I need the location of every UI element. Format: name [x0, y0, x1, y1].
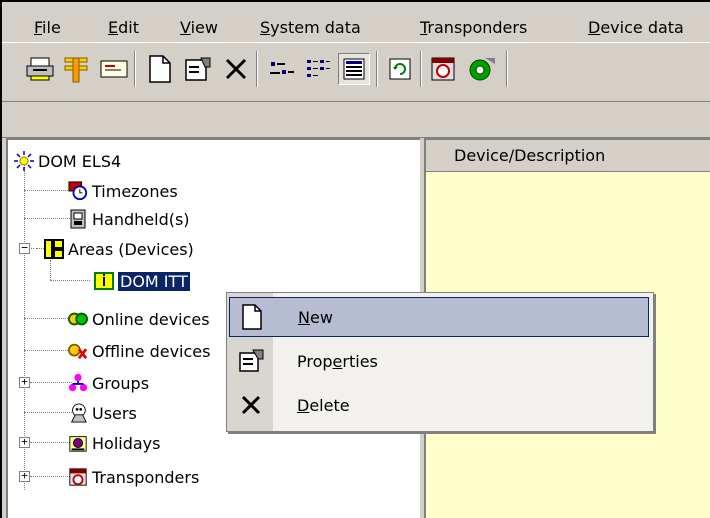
tree-connector	[24, 350, 72, 351]
users-icon	[68, 403, 88, 423]
tree-node-label: Handheld(s)	[92, 209, 190, 229]
tree-connector	[24, 318, 72, 319]
tree-node-dom-itt[interactable]: DOM ITT	[94, 268, 191, 294]
context-menu-label: Properties	[297, 351, 378, 371]
menu-file[interactable]: File	[34, 18, 61, 38]
device-icon	[94, 271, 114, 291]
toolbar-separator	[256, 51, 258, 87]
clock-icon	[68, 181, 88, 201]
tree-node-label: DOM ELS4	[38, 151, 122, 171]
tree-node-label: DOM ITT	[117, 270, 191, 292]
handheld-icon	[68, 209, 88, 229]
properties-icon	[229, 347, 273, 375]
refresh-icon[interactable]	[384, 53, 416, 85]
tree-connector	[36, 248, 44, 249]
properties-icon[interactable]	[182, 53, 214, 85]
address-strip	[0, 102, 710, 138]
menu-view[interactable]: View	[180, 18, 218, 38]
expander-areas[interactable]: −	[19, 242, 30, 254]
list-view-icon[interactable]	[302, 53, 334, 85]
tree-node-label: Offline devices	[92, 341, 211, 361]
card-reader-icon[interactable]	[98, 53, 130, 85]
menu-transponders[interactable]: Transponders	[420, 18, 527, 38]
tree-node-label: Groups	[92, 373, 150, 393]
tree-node-groups[interactable]: Groups	[68, 370, 149, 396]
menu-system-data[interactable]: System data	[260, 18, 361, 38]
tree-node-areas[interactable]: Areas (Devices)	[44, 236, 194, 262]
holidays-icon	[68, 433, 88, 453]
tree-node-handhelds[interactable]: Handheld(s)	[68, 206, 190, 232]
context-menu-new[interactable]: New	[229, 297, 649, 337]
toolbar-separator	[506, 51, 508, 87]
context-menu-label: Delete	[297, 395, 350, 415]
column-header-device-description[interactable]: Device/Description	[426, 140, 710, 172]
transponders-icon	[68, 467, 88, 487]
expander-holidays[interactable]: +	[19, 436, 30, 448]
tree-node-timezones[interactable]: Timezones	[68, 178, 178, 204]
tree-node-offline-devices[interactable]: Offline devices	[68, 338, 210, 364]
expander-transponders[interactable]: +	[19, 470, 30, 482]
offline-devices-icon	[68, 341, 88, 361]
tree-node-users[interactable]: Users	[68, 400, 137, 426]
tree-connector	[50, 280, 90, 281]
tree-node-label: Online devices	[92, 309, 210, 329]
groups-icon	[68, 373, 88, 393]
tree-node-label: Timezones	[92, 181, 178, 201]
tree-node-holidays[interactable]: Holidays	[68, 430, 160, 456]
menu-bar: File Edit View System data Transponders …	[0, 0, 710, 42]
transponder-program-icon[interactable]	[428, 53, 460, 85]
tree-node-label: Transponders	[92, 467, 200, 487]
tree-connector	[30, 442, 72, 443]
antenna-icon[interactable]	[60, 53, 92, 85]
tree-connector	[24, 218, 72, 219]
toolbar-separator	[420, 51, 422, 87]
application-window: File Edit View System data Transponders …	[0, 0, 710, 518]
expander-groups[interactable]: +	[19, 376, 30, 388]
tree-node-label: Areas (Devices)	[68, 239, 194, 259]
sync-icon[interactable]	[466, 53, 498, 85]
context-menu-label: New	[298, 307, 333, 327]
tree-node-online-devices[interactable]: Online devices	[68, 306, 210, 332]
delete-icon	[229, 393, 273, 417]
details-view-icon[interactable]	[338, 53, 370, 85]
new-document-icon	[230, 303, 274, 331]
area-icon	[44, 239, 64, 259]
toolbar	[0, 42, 710, 102]
tree-node-label: Users	[92, 403, 137, 423]
context-menu: New Properties Delete	[226, 292, 654, 432]
online-devices-icon	[68, 309, 88, 329]
tree-connector	[24, 190, 72, 191]
toolbar-separator	[134, 51, 136, 87]
toolbar-separator	[376, 51, 378, 87]
context-menu-properties[interactable]: Properties	[229, 341, 649, 381]
context-menu-delete[interactable]: Delete	[229, 385, 649, 425]
print-icon[interactable]	[24, 53, 56, 85]
menu-device-data[interactable]: Device data	[588, 18, 684, 38]
tree-connector	[30, 382, 72, 383]
delete-icon[interactable]	[220, 53, 252, 85]
tree-connector	[50, 260, 51, 280]
new-document-icon[interactable]	[144, 53, 176, 85]
tree-node-label: Holidays	[92, 433, 161, 453]
tree-connector	[30, 476, 72, 477]
menu-edit[interactable]: Edit	[108, 18, 139, 38]
tree-node-transponders[interactable]: Transponders	[68, 464, 199, 490]
tree-connector	[24, 412, 72, 413]
column-header-label: Device/Description	[454, 146, 606, 165]
tree-node-root[interactable]: DOM ELS4	[14, 148, 121, 174]
small-icons-view-icon[interactable]	[266, 53, 298, 85]
sun-icon	[14, 151, 34, 171]
